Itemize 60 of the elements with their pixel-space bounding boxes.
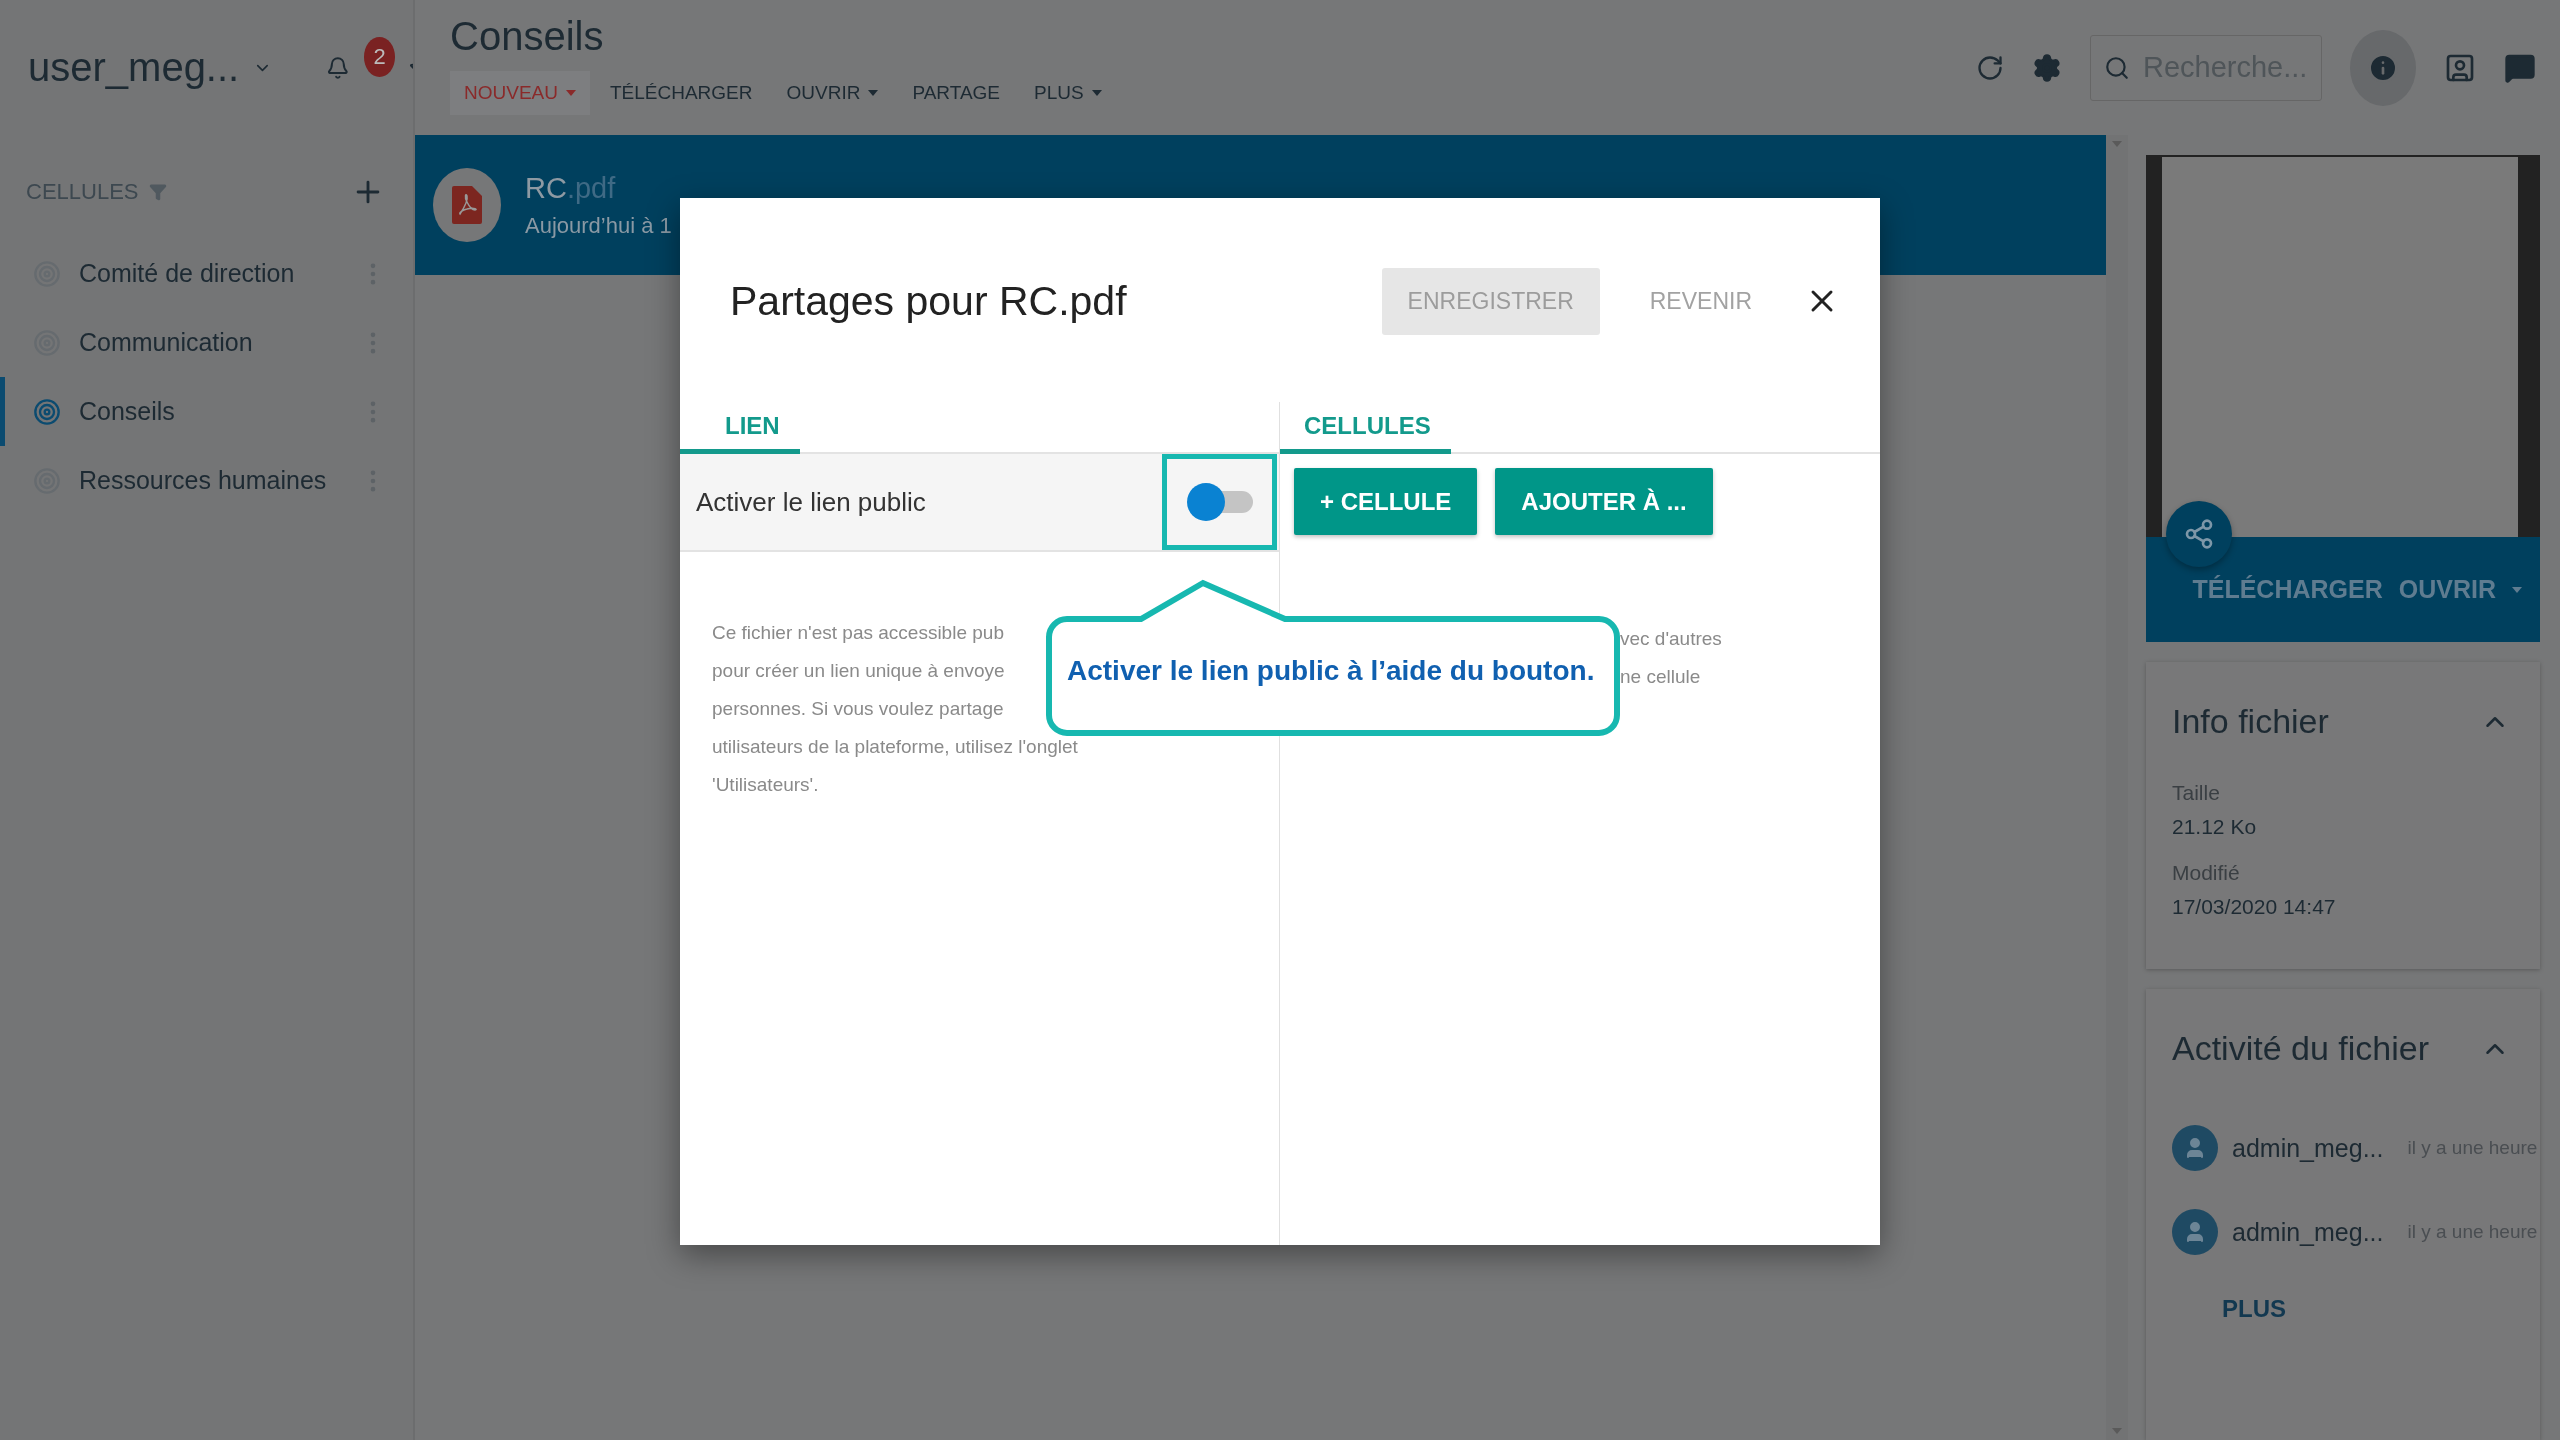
more-link[interactable]: PLUS (2216, 1294, 2292, 1324)
sidebar-item[interactable]: Conseils (0, 377, 413, 446)
item-label: Comité de direction (79, 259, 296, 288)
sidebar-item[interactable]: Ressources humaines (0, 446, 413, 515)
action-button[interactable]: AJOUTER À ... (1495, 468, 1713, 535)
description-line: ne cellule (1620, 665, 1701, 689)
notification-badge: 2 (363, 36, 396, 77)
open-link[interactable]: OUVRIR (2398, 575, 2496, 604)
avatar (2172, 1125, 2218, 1171)
description-line: pour créer un lien unique à envoye (712, 659, 1005, 683)
dialog-title: Partages pour RC.pdf (730, 277, 1128, 325)
item-label: Communication (79, 328, 254, 357)
toolbar-button[interactable]: OUVRIR (772, 71, 893, 115)
scrollbar[interactable] (2106, 135, 2128, 1440)
toggle-label: Activer le lien public (696, 486, 927, 518)
callout-text: Activer le lien public à l’aide du bouton. (1067, 655, 1595, 687)
page-title: Conseils (450, 14, 605, 59)
caret-icon (868, 90, 879, 96)
description-line: utilisateurs de la plateforme, utilisez l'onglet (712, 735, 1078, 759)
target-icon (33, 397, 61, 426)
description-line: personnes. Si vous voulez partage (712, 697, 1004, 721)
share-icon[interactable] (2166, 501, 2232, 567)
avatar (2172, 1209, 2218, 1255)
toolbar-button[interactable]: TÉLÉCHARGER (595, 71, 767, 115)
field-label: Modifié (2172, 861, 2241, 885)
download-link[interactable]: TÉLÉCHARGER (2192, 575, 2383, 604)
refresh-icon[interactable] (1976, 53, 2004, 82)
caret-icon (565, 90, 576, 96)
caret-icon (2512, 586, 2522, 593)
user-name: admin_meg... (2232, 1133, 2384, 1163)
account-name[interactable]: user_meg... (28, 45, 240, 90)
item-label: Ressources humaines (79, 466, 328, 495)
toolbar-button[interactable]: PLUS (1020, 71, 1116, 115)
toolbar-button[interactable]: NOUVEAU (450, 71, 590, 115)
field-value: 21.12 Ko (2172, 815, 2258, 839)
caret-icon (2112, 141, 2122, 147)
sidebar-item[interactable]: Comité de direction (0, 239, 413, 308)
caret-icon (2112, 1428, 2122, 1434)
caret-icon (1091, 90, 1102, 96)
toggle-thumb[interactable] (1186, 483, 1225, 521)
field-label: Taille (2172, 781, 2221, 805)
toolbar-button[interactable]: PARTAGE (898, 71, 1015, 115)
user-name: admin_meg... (2232, 1217, 2384, 1247)
file-date: Aujourd’hui à 1 (525, 212, 672, 239)
field-value: 17/03/2020 14:47 (2172, 895, 2337, 919)
card-title: Activité du fichier (2172, 1029, 2429, 1068)
item-label: Conseils (79, 397, 176, 426)
revert-button[interactable]: REVENIR (1643, 286, 1758, 316)
toggle-switch[interactable] (1186, 482, 1253, 522)
settings-icon[interactable] (2032, 52, 2062, 83)
action-button[interactable]: + CELLULE (1294, 468, 1478, 535)
description-line: Ce fichier n'est pas accessible pub (712, 621, 1004, 645)
sidebar-heading: CELLULES (26, 179, 139, 205)
section-tab[interactable]: CELLULES (1280, 402, 1451, 454)
description-line: 'Utilisateurs'. (712, 773, 819, 797)
search-icon (2104, 54, 2130, 81)
card-title: Info fichier (2172, 702, 2329, 741)
description-line: vec d'autres (1620, 627, 1722, 651)
sidebar-item[interactable]: Communication (0, 308, 413, 377)
file-name: RC.pdf (525, 171, 617, 205)
